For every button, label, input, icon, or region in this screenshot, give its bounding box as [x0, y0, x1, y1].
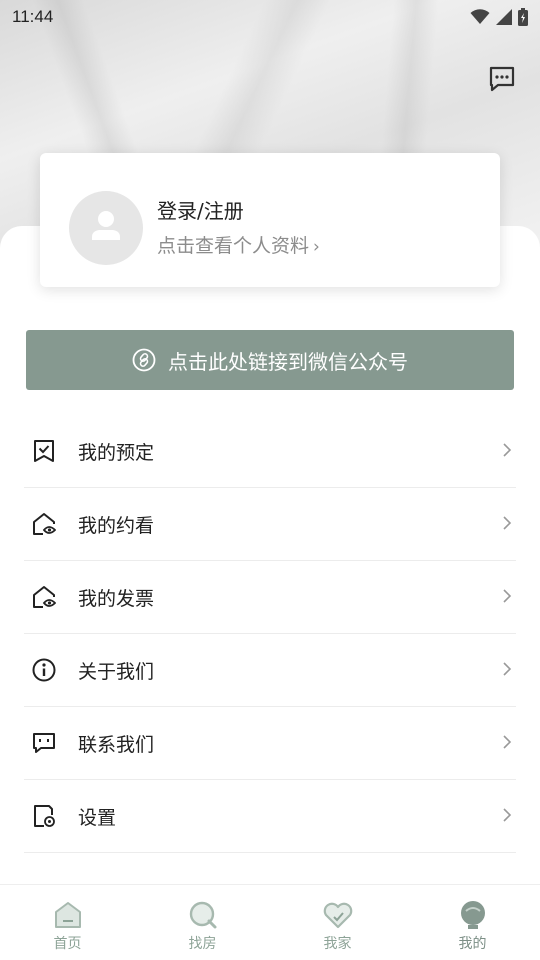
wechat-link-label: 点击此处链接到微信公众号 [168, 349, 408, 374]
tab-my-home[interactable]: 我家 [270, 885, 405, 960]
tab-label: 首页 [53, 936, 82, 952]
profile-icon [460, 901, 485, 929]
menu-label: 我的预定 [78, 441, 155, 464]
chevron-right-icon [503, 516, 512, 530]
login-register-label: 登录/注册 [157, 199, 244, 223]
status-time: 11:44 [12, 7, 54, 26]
home-icon [54, 902, 81, 928]
bookmark-check-icon [34, 440, 54, 462]
view-profile-label: 点击查看个人资料 › [157, 231, 320, 258]
menu-item-viewings[interactable]: 我的约看 [24, 488, 516, 561]
search-icon [189, 901, 216, 929]
wechat-link-button[interactable]: 点击此处链接到微信公众号 [26, 330, 514, 390]
message-icon [33, 733, 55, 753]
settings-doc-icon [34, 805, 55, 827]
house-eye-icon [33, 513, 56, 535]
house-eye-icon [33, 586, 56, 608]
link-icon [132, 348, 156, 372]
chevron-right-icon [503, 808, 512, 822]
info-icon [32, 658, 56, 682]
heart-icon [323, 902, 352, 929]
chevron-right-icon [503, 662, 512, 676]
profile-card[interactable]: 登录/注册 点击查看个人资料 › [40, 153, 500, 287]
menu-item-contact[interactable]: 联系我们 [24, 707, 516, 780]
tab-label: 我的 [458, 936, 487, 952]
tab-label: 我家 [323, 936, 352, 952]
tab-find-home[interactable]: 找房 [135, 885, 270, 960]
chevron-right-icon [503, 443, 512, 457]
menu-item-reservations[interactable]: 我的预定 [24, 415, 516, 488]
menu-label: 我的约看 [78, 514, 155, 537]
menu-label: 我的发票 [78, 587, 155, 610]
chevron-right-icon: › [313, 237, 320, 257]
menu-label: 联系我们 [78, 733, 155, 756]
menu-item-invoices[interactable]: 我的发票 [24, 561, 516, 634]
menu-label: 设置 [78, 806, 117, 829]
tab-home[interactable]: 首页 [0, 885, 135, 960]
message-icon[interactable] [488, 66, 516, 92]
signal-icon [496, 9, 512, 25]
menu-label: 关于我们 [78, 660, 155, 683]
battery-icon [518, 8, 528, 26]
status-icons [470, 8, 528, 26]
avatar [69, 191, 143, 265]
menu-list: 我的预定 我的约看 我的发票 关于我们 联系我们 设置 [24, 415, 516, 853]
menu-item-about[interactable]: 关于我们 [24, 634, 516, 707]
chevron-right-icon [503, 735, 512, 749]
bottom-tab-bar: 首页 找房 我家 我的 [0, 884, 540, 960]
view-profile-text: 点击查看个人资料 [157, 235, 310, 257]
tab-label: 找房 [188, 936, 217, 952]
wifi-icon [470, 9, 490, 24]
user-icon [92, 211, 120, 240]
tab-mine[interactable]: 我的 [405, 885, 540, 960]
menu-item-settings[interactable]: 设置 [24, 780, 516, 853]
status-bar: 11:44 [0, 0, 540, 34]
chevron-right-icon [503, 589, 512, 603]
